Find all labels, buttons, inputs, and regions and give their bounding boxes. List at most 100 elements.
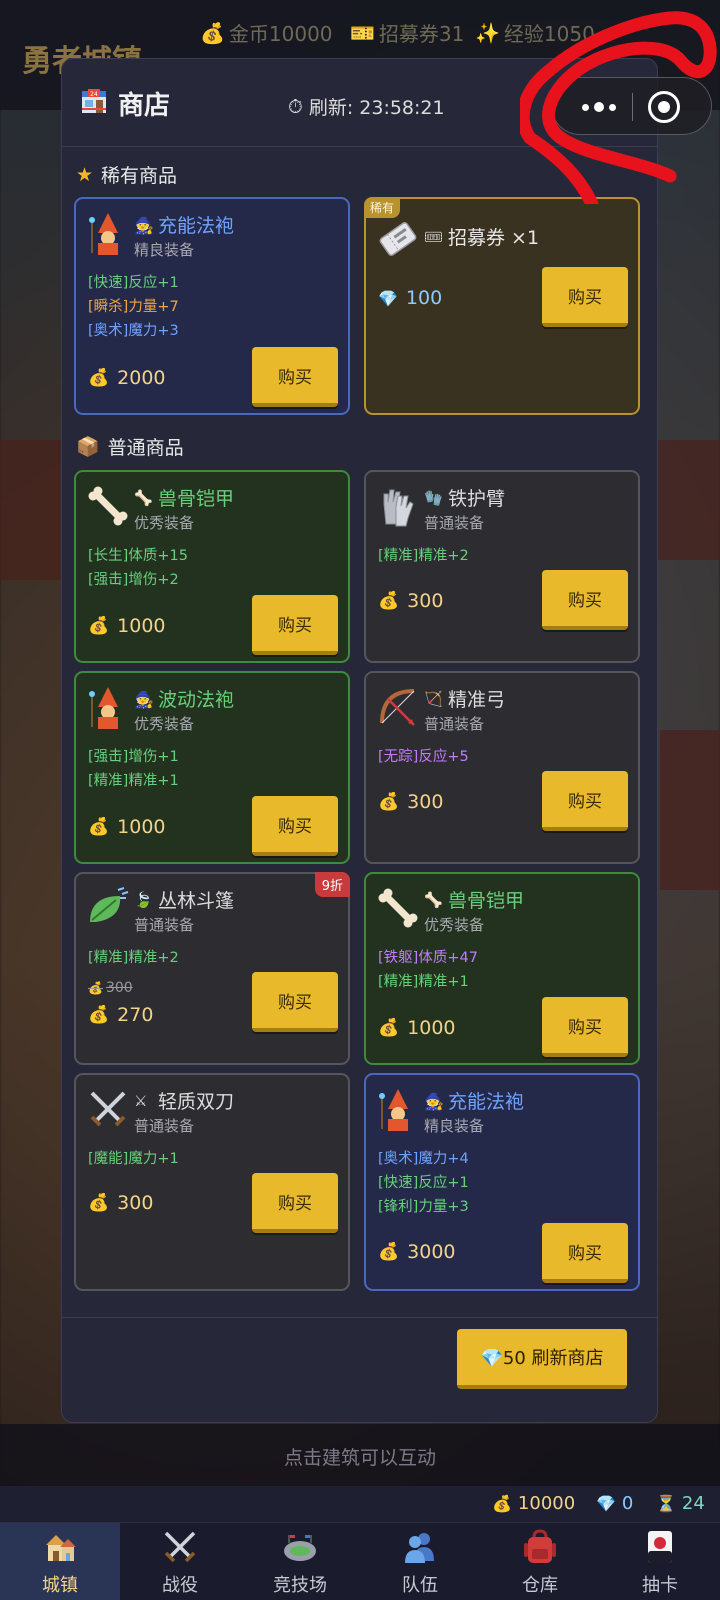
item-grade: 优秀装备 [134, 514, 195, 532]
shop-item-card: 🧙 充能法袍 精良装备 [快速]反应+1 [瞬杀]力量+7 [奥术]魔力+3 💰… [74, 197, 350, 415]
stat-line: [快速]反应+1 [378, 1175, 469, 1191]
rare-section-title: ★ 稀有商品 [76, 163, 178, 188]
nav-team[interactable]: 队伍 [360, 1523, 480, 1600]
item-price: 💰 1000 [88, 816, 166, 838]
item-grade: 精良装备 [134, 241, 195, 259]
wizard-icon [89, 687, 118, 729]
bottom-navigation: 城镇 战役 竞技场 队伍 仓库 抽卡 [0, 1522, 720, 1600]
buy-button[interactable]: 购买 [542, 267, 628, 327]
buy-button[interactable]: 购买 [542, 771, 628, 831]
buy-button[interactable]: 购买 [542, 570, 628, 630]
nav-label: 仓库 [522, 1575, 558, 1596]
nav-label: 队伍 [402, 1575, 438, 1596]
nav-label: 抽卡 [642, 1575, 678, 1596]
svg-text:24: 24 [90, 91, 98, 98]
shop-item-card: 🧙 充能法袍 精良装备 [奥术]魔力+4 [快速]反应+1 [锋利]力量+3 💰… [364, 1073, 640, 1291]
buy-button[interactable]: 购买 [542, 1223, 628, 1283]
item-stats: [魔能]魔力+1 [88, 1147, 179, 1171]
buy-button[interactable]: 购买 [252, 1173, 338, 1233]
item-stats: [精准]精准+2 [378, 544, 469, 568]
package-icon: 📦 [76, 436, 100, 458]
item-stats: [无踪]反应+5 [378, 745, 469, 769]
hud-gold: 💰 金币10000 [200, 20, 333, 47]
buy-button[interactable]: 购买 [252, 347, 338, 407]
moneybag-icon: 💰 [200, 20, 225, 45]
red-annotation-scribble [520, 11, 717, 204]
nav-town[interactable]: 城镇 [0, 1523, 120, 1600]
moneybag-icon: 💰 [88, 368, 110, 388]
item-name: 🦴 兽骨铠甲 [424, 890, 525, 912]
stat-line: [精准]精准+2 [88, 950, 179, 966]
moneybag-icon: 💰 [378, 591, 400, 611]
moneybag-icon: 💰 [88, 817, 110, 837]
shop-item-card: 🏹 精准弓 普通装备 [无踪]反应+5 💰 300 购买 [364, 671, 640, 864]
item-stats: [强击]增伤+1 [精准]精准+1 [88, 745, 179, 793]
item-grade: 优秀装备 [134, 715, 195, 733]
item-stats: [长生]体质+15 [强击]增伤+2 [88, 544, 188, 592]
gold-status: 💰 10000 [492, 1493, 576, 1514]
stat-line: [铁躯]体质+47 [378, 950, 478, 966]
buy-button[interactable]: 购买 [542, 997, 628, 1057]
shop-title: 商店 [118, 91, 171, 121]
convenience-store-icon: 24 [82, 89, 106, 113]
bow-icon: 🏹 [424, 689, 443, 708]
gloves-icon: 🧤 [424, 488, 443, 507]
rare-tag: 稀有 [364, 197, 401, 218]
refresh-timer: ⏱ 刷新: 23:58:21 [288, 95, 445, 120]
moneybag-icon: 💰 [378, 792, 400, 812]
item-grade: 优秀装备 [424, 916, 485, 934]
bow-icon [380, 689, 415, 726]
buy-button[interactable]: 购买 [252, 796, 338, 856]
interaction-hint: 点击建筑可以互动 [0, 1424, 720, 1492]
item-grade: 普通装备 [134, 1117, 195, 1135]
shop-item-card: 稀有 🎟 招募券 ×1 💎 100 购买 [364, 197, 640, 415]
item-name: 🍃 丛林斗篷 [134, 890, 235, 912]
item-price: 💎 100 [378, 287, 443, 309]
buy-button[interactable]: 购买 [252, 595, 338, 655]
item-price: 💰 1000 [378, 1017, 456, 1039]
moneybag-icon: 💰 [378, 1242, 400, 1262]
stat-line: [瞬杀]力量+7 [88, 299, 179, 315]
nav-gacha[interactable]: 抽卡 [600, 1523, 720, 1600]
stadium-icon [284, 1535, 316, 1561]
nav-campaign[interactable]: 战役 [120, 1523, 240, 1600]
ticket-icon: 🎟 [424, 227, 444, 246]
nav-arena[interactable]: 竞技场 [240, 1523, 360, 1600]
moneybag-icon: 💰 [492, 1494, 512, 1513]
refresh-shop-button[interactable]: 💎50 刷新商店 [457, 1329, 627, 1389]
moneybag-icon: 💰 [88, 981, 103, 995]
bone-icon: 🦴 [424, 890, 443, 909]
item-price: 💰 300 [88, 1192, 154, 1214]
stat-line: [锋利]力量+3 [378, 1199, 469, 1215]
item-price: 💰 300 [378, 791, 444, 813]
stat-line: [精准]精准+1 [378, 974, 469, 990]
card-icon [648, 1531, 672, 1563]
stat-line: [强击]增伤+1 [88, 749, 179, 765]
crossed-swords-icon [164, 1531, 196, 1563]
hud-tickets: 🎫 招募券31 [350, 20, 465, 47]
hourglass-icon: ⏳ [656, 1494, 676, 1513]
nav-warehouse[interactable]: 仓库 [480, 1523, 600, 1600]
wizard-icon [379, 1089, 408, 1131]
stat-line: [无踪]反应+5 [378, 749, 469, 765]
item-name: 🦴 兽骨铠甲 [134, 488, 235, 510]
buy-button[interactable]: 购买 [252, 972, 338, 1032]
diamond-icon: 💎 [378, 288, 398, 308]
item-grade: 普通装备 [424, 514, 485, 532]
nav-label: 竞技场 [273, 1575, 327, 1596]
stat-line: [奥术]魔力+3 [88, 323, 179, 339]
item-stats: [奥术]魔力+4 [快速]反应+1 [锋利]力量+3 [378, 1147, 469, 1219]
crossed-swords-icon [90, 1091, 126, 1127]
ticket-icon: 🎫 [350, 20, 375, 45]
stat-line: [长生]体质+15 [88, 548, 188, 564]
item-stats: [铁躯]体质+47 [精准]精准+1 [378, 946, 478, 994]
shop-item-card: 9折 🍃 丛林斗篷 普通装备 [精准]精准+2 💰 300 💰 270 购买 [74, 872, 350, 1065]
stopwatch-icon: ⏱ [288, 95, 303, 118]
item-price: 💰 1000 [88, 615, 166, 637]
normal-section-title: 📦 普通商品 [76, 436, 184, 459]
stat-line: [强击]增伤+2 [88, 572, 179, 588]
bone-icon: 🦴 [134, 488, 153, 507]
item-price: 💰 3000 [378, 1241, 456, 1263]
item-grade: 普通装备 [134, 916, 195, 934]
item-grade: 普通装备 [424, 715, 485, 733]
